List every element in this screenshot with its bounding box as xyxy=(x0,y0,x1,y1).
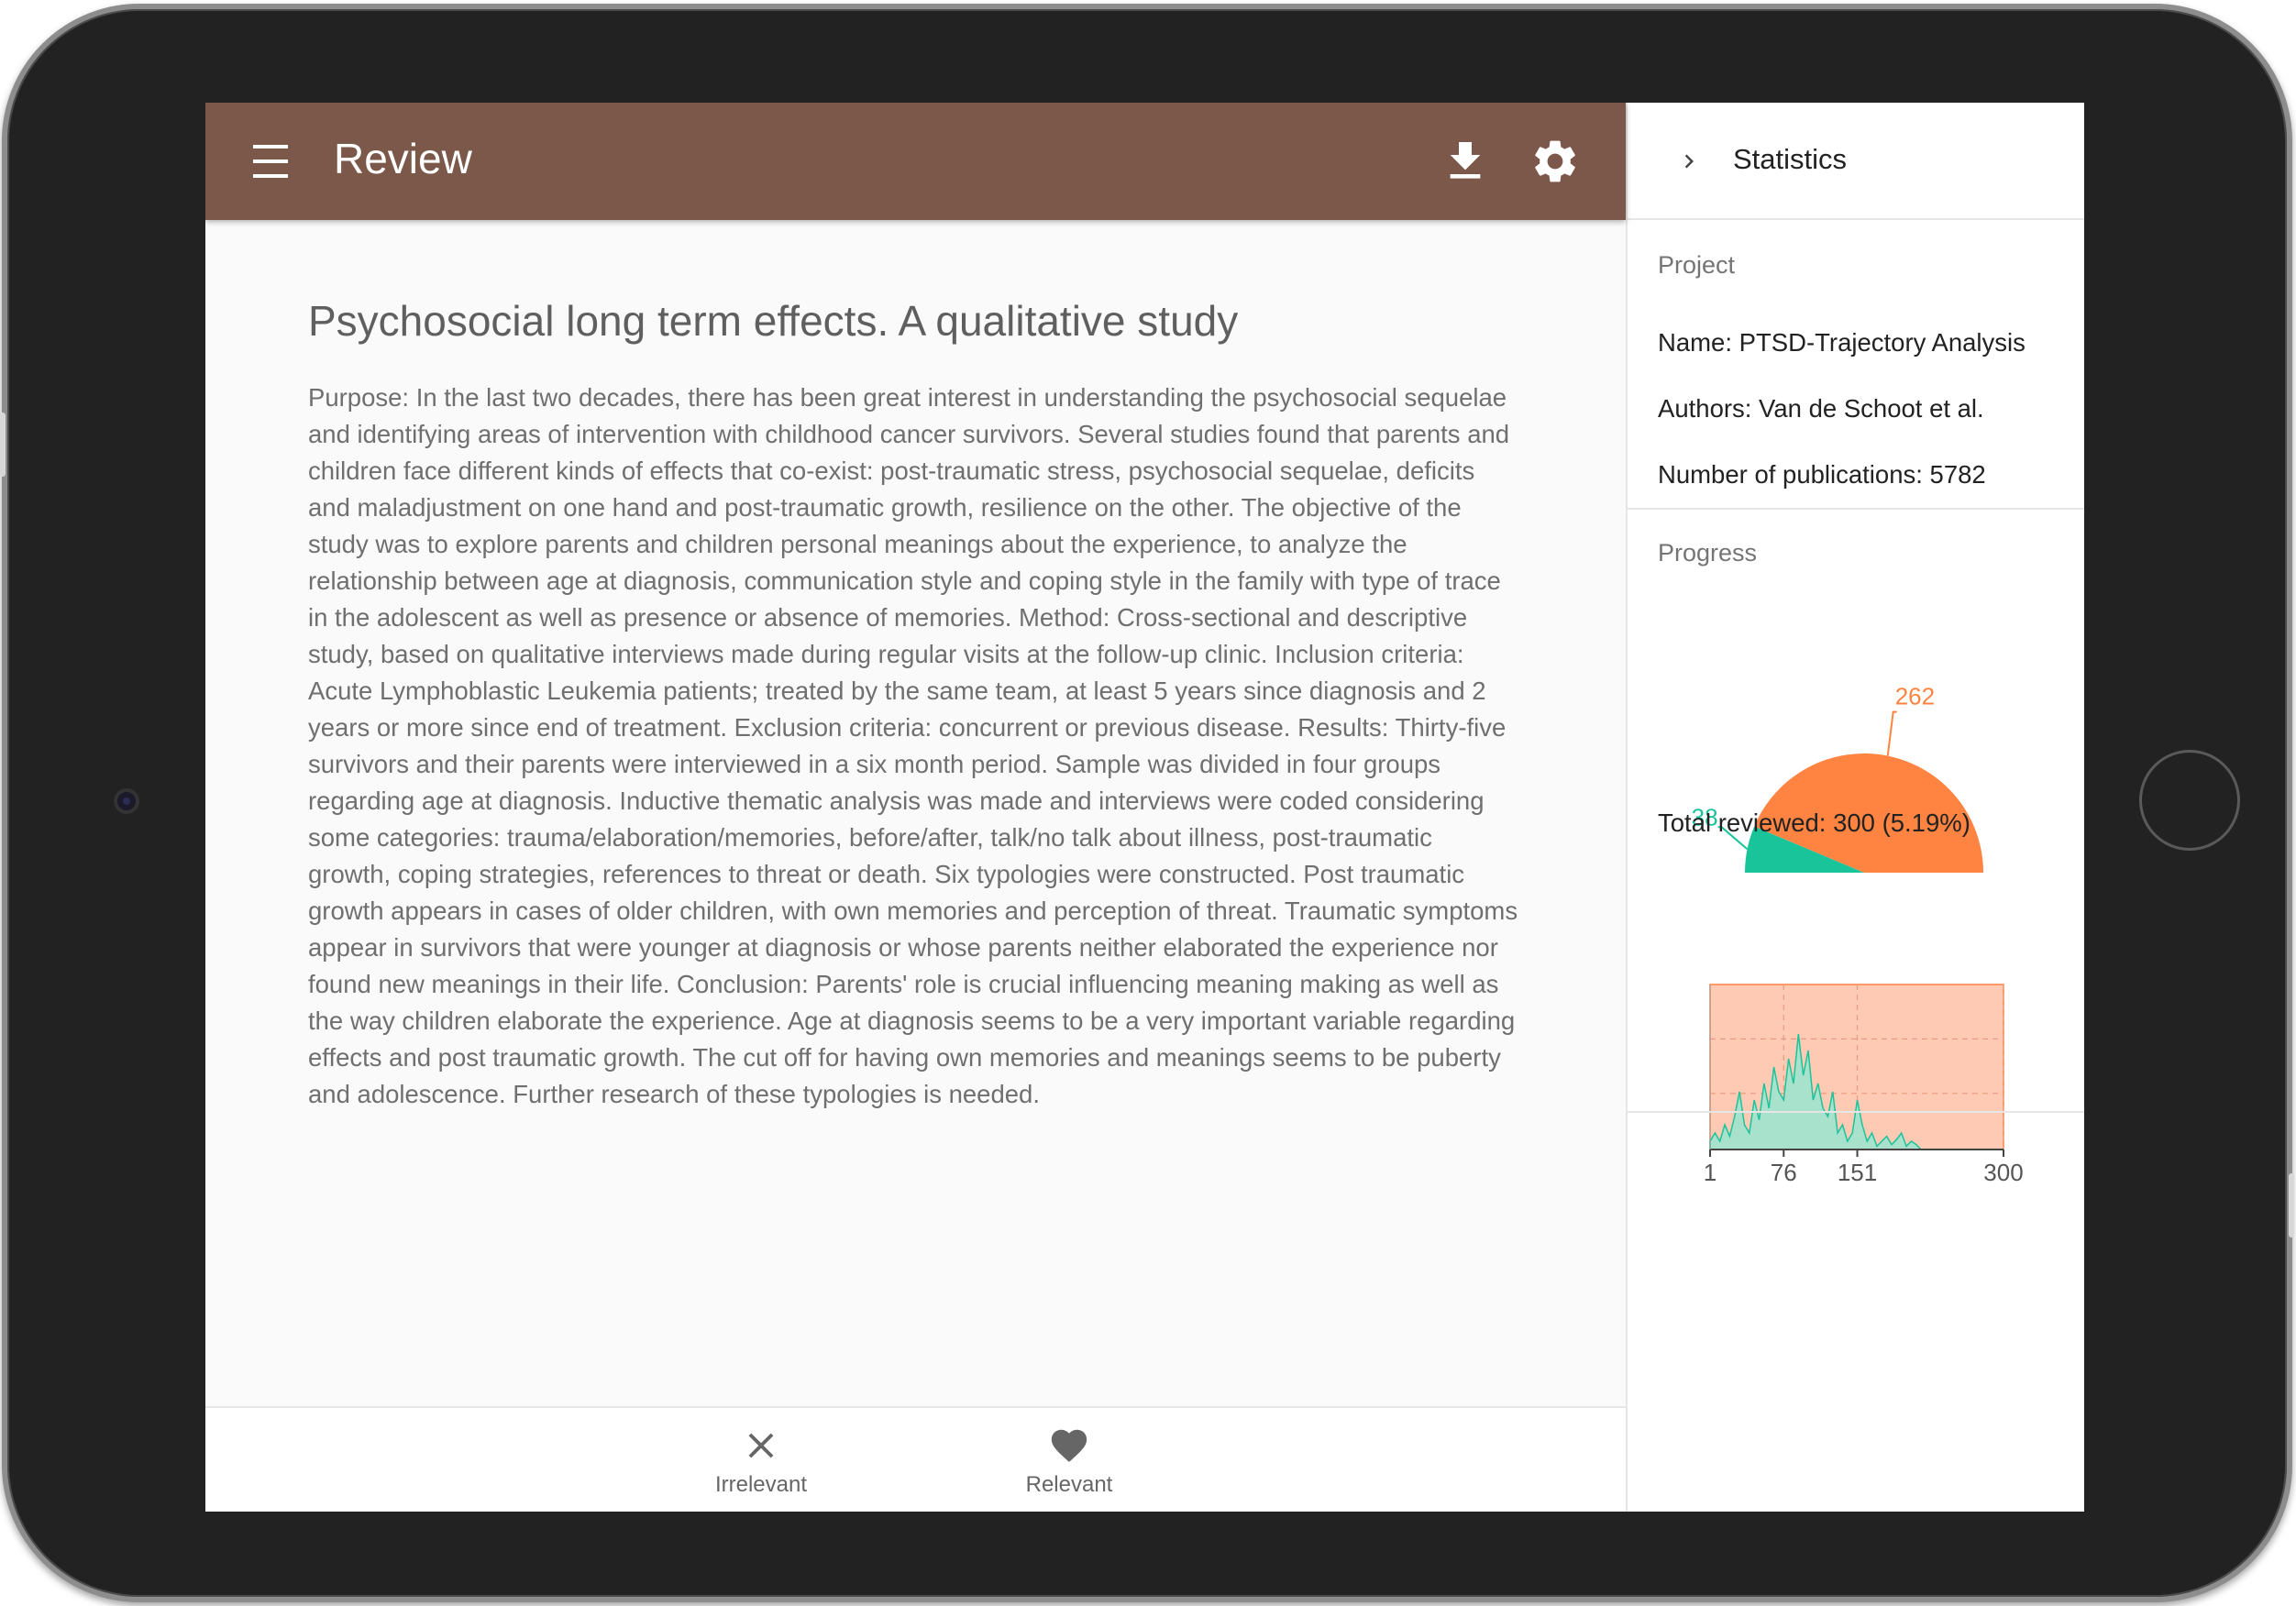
chevron-right-icon[interactable] xyxy=(1675,145,1703,178)
panel-header: Statistics xyxy=(1628,103,2084,220)
heart-icon xyxy=(996,1424,1142,1467)
irrelevant-label: Irrelevant xyxy=(714,1472,808,1497)
total-reviewed: Total reviewed: 300 (5.19%) xyxy=(1658,808,1970,837)
project-heading: Project xyxy=(1658,251,1736,279)
progress-area-chart: 1 76 151 300 xyxy=(1704,984,2024,1186)
decision-bar: Irrelevant Relevant xyxy=(205,1406,1626,1512)
x-tick-label: 76 xyxy=(1771,1159,1797,1186)
relevant-label: Relevant xyxy=(1025,1472,1113,1497)
relevant-button[interactable]: Relevant xyxy=(996,1424,1142,1507)
side-button xyxy=(0,412,6,477)
x-tick-label: 1 xyxy=(1704,1159,1716,1186)
main-content: Review Psychosocial long term effects. A… xyxy=(205,103,1626,1512)
article: Psychosocial long term effects. A qualit… xyxy=(308,295,1518,1113)
download-icon[interactable] xyxy=(1440,136,1491,187)
side-button xyxy=(2289,1173,2294,1238)
menu-icon[interactable] xyxy=(253,145,288,178)
project-name: Name: PTSD-Trajectory Analysis xyxy=(1658,328,2026,357)
app-title: Review xyxy=(334,135,472,182)
irrelevant-button[interactable]: Irrelevant xyxy=(688,1424,834,1507)
front-camera xyxy=(114,788,139,814)
publication-count: Number of publications: 5782 xyxy=(1658,460,1986,489)
article-abstract: Purpose: In the last two decades, there … xyxy=(308,383,1518,1108)
project-authors: Authors: Van de Schoot et al. xyxy=(1658,394,1984,423)
app-bar: Review xyxy=(205,103,1626,220)
divider xyxy=(1628,508,2084,510)
gear-icon[interactable] xyxy=(1529,136,1581,187)
pie-leader-line xyxy=(1886,710,1897,756)
x-tick-label: 151 xyxy=(1838,1159,1877,1186)
home-button[interactable] xyxy=(2139,750,2240,851)
close-icon xyxy=(688,1424,834,1467)
pie-label-262: 262 xyxy=(1895,683,1935,710)
panel-title: Statistics xyxy=(1733,143,1848,175)
statistics-panel: Statistics Project Name: PTSD-Trajectory… xyxy=(1626,103,2084,1512)
x-tick-label: 300 xyxy=(1983,1159,2023,1186)
screen: Review Psychosocial long term effects. A… xyxy=(205,103,2084,1512)
progress-pie-chart: 26238 xyxy=(1692,683,1983,873)
article-title: Psychosocial long term effects. A qualit… xyxy=(308,297,1239,345)
divider xyxy=(1628,1111,2084,1113)
progress-heading: Progress xyxy=(1658,539,1758,566)
